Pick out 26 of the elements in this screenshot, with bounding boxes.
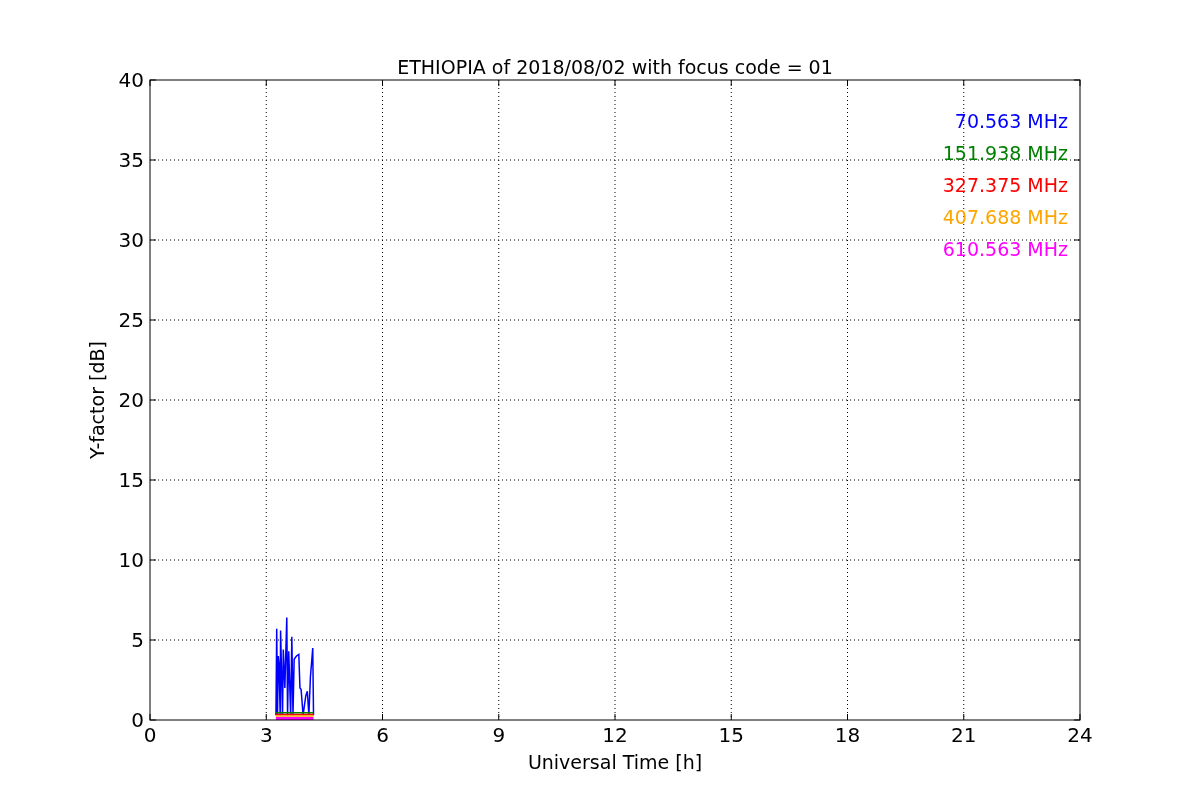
chart-title: ETHIOPIA of 2018/08/02 with focus code = 01 [397,56,833,78]
x-tick-label: 9 [492,723,506,747]
x-tick-label: 0 [143,723,157,747]
y-tick-label: 35 [118,148,144,172]
legend-label: 610.563 MHz [942,238,1068,260]
y-tick-label: 15 [118,468,144,492]
x-tick-label: 12 [602,723,628,747]
x-tick-label: 6 [376,723,389,747]
legend-label: 70.563 MHz [954,110,1068,132]
y-axis-label: Y-factor [dB] [86,341,108,459]
y-tick-label: 20 [118,388,144,412]
y-tick-label: 0 [131,708,144,732]
x-tick-label: 3 [259,723,273,747]
y-tick-label: 40 [118,68,144,92]
y-tick-label: 30 [118,228,144,252]
x-tick-label: 18 [834,723,861,747]
x-axis-label: Universal Time [h] [527,751,703,773]
y-tick-label: 25 [118,308,144,332]
legend-label: 151.938 MHz [942,142,1068,164]
x-tick-label: 21 [951,723,977,747]
x-tick-label: 15 [718,723,744,747]
legend-label: 327.375 MHz [942,174,1068,196]
y-tick-label: 10 [118,548,144,572]
y-tick-label: 5 [131,628,144,652]
x-tick-label: 24 [1067,723,1093,747]
legend-label: 407.688 MHz [942,206,1068,228]
